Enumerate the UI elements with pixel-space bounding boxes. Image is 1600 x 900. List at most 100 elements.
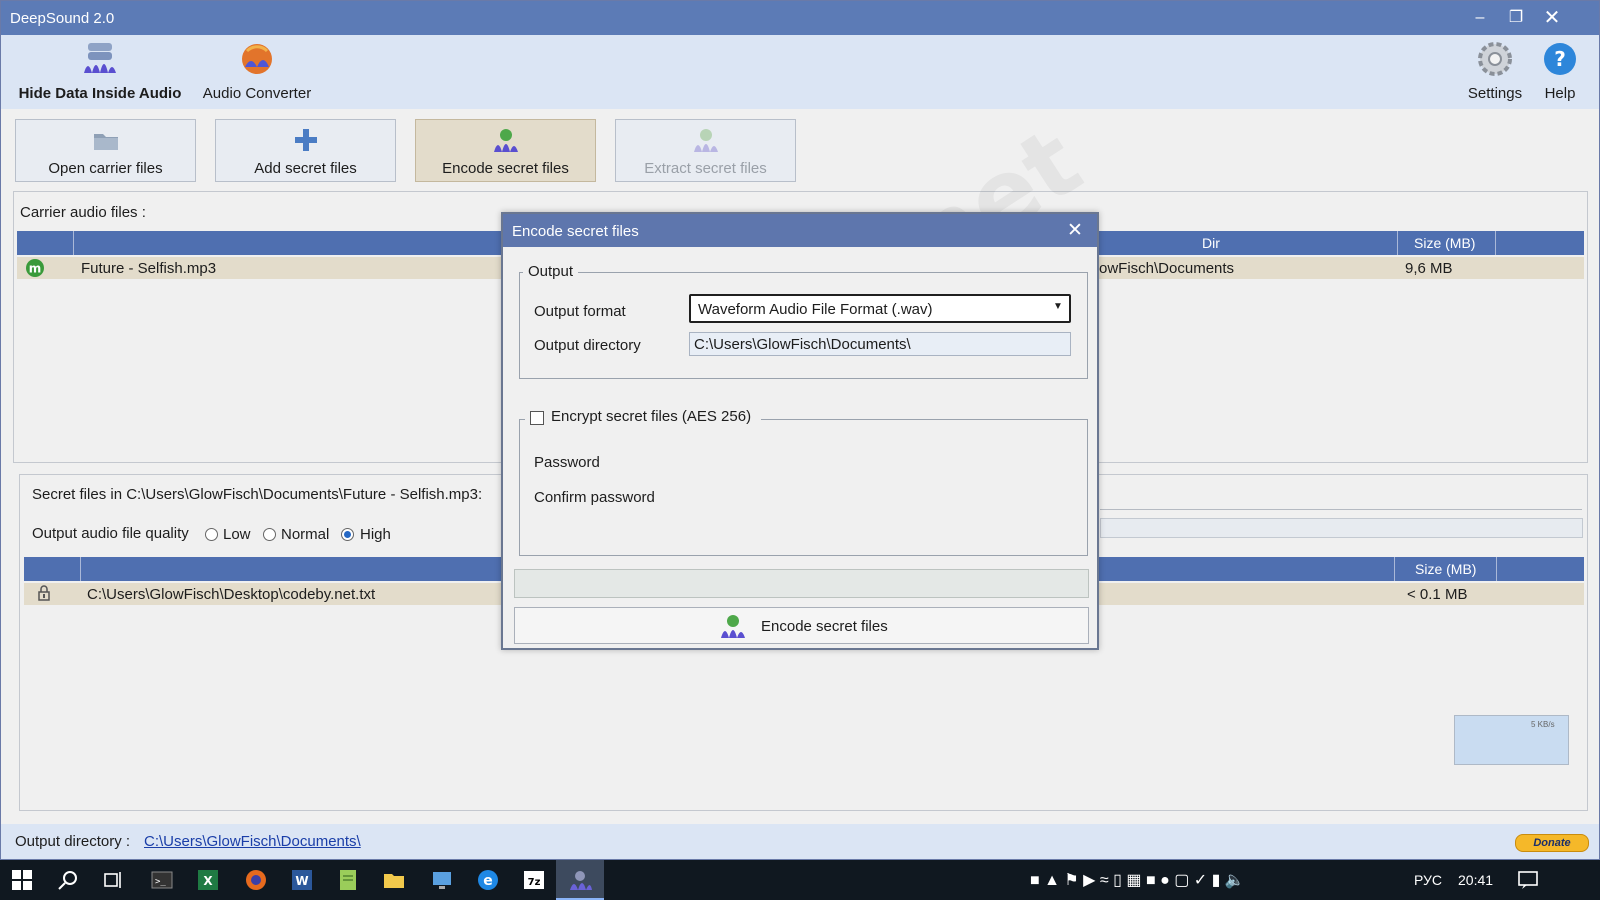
file-lock-icon (35, 584, 53, 606)
ribbon-help-label: Help (1544, 85, 1576, 102)
firefox-icon[interactable] (244, 868, 268, 892)
dialog-encode-label: Encode secret files (761, 618, 888, 635)
quality-normal-radio[interactable] (263, 528, 276, 541)
notepad-icon[interactable] (336, 868, 360, 892)
tray-icons[interactable]: ■ ▲ ⚑ ▶ ≈ ▯ ▦ ■ ● ▢ ✓ ▮ 🔈 (1030, 870, 1245, 890)
quality-high-label: High (360, 526, 391, 543)
terminal-icon[interactable]: >_ (150, 868, 174, 892)
dialog-encode-button[interactable]: Encode secret files (514, 607, 1089, 644)
svg-text:>_: >_ (155, 877, 166, 887)
windows-start-icon[interactable] (10, 868, 34, 892)
secret-files-label: Secret files in C:\Users\GlowFisch\Docum… (32, 486, 483, 503)
ribbon-help[interactable]: ? Help (1537, 39, 1583, 102)
encode-icon (719, 613, 747, 643)
open-carrier-files-button[interactable]: Open carrier files (15, 119, 196, 182)
dialog-close-icon[interactable]: ✕ (1067, 219, 1083, 242)
donate-button[interactable]: Donate (1515, 834, 1589, 852)
quality-high-radio[interactable] (341, 528, 354, 541)
output-directory-field[interactable]: C:\Users\GlowFisch\Documents\ (689, 332, 1071, 356)
output-format-label: Output format (534, 303, 626, 320)
quality-normal-label: Normal (281, 526, 330, 543)
encrypt-label: Encrypt secret files (AES 256) (551, 408, 752, 425)
secret-file-path: C:\Users\GlowFisch\Desktop\codeby.net.tx… (87, 586, 376, 603)
output-directory-label: Output directory : (15, 833, 131, 850)
carrier-file-dir: owFisch\Documents (1099, 260, 1235, 277)
output-directory-link[interactable]: C:\Users\GlowFisch\Documents\ (144, 833, 361, 850)
output-format-select[interactable]: Waveform Audio File Format (.wav) ▼ (689, 294, 1071, 323)
confirm-password-label: Confirm password (534, 489, 655, 506)
remote-desktop-icon[interactable] (430, 868, 454, 892)
open-carrier-files-label: Open carrier files (48, 160, 163, 177)
gear-icon (1475, 39, 1515, 79)
7zip-icon[interactable]: 7z (522, 868, 546, 892)
encode-secret-files-label: Encode secret files (442, 160, 569, 177)
edge-icon[interactable]: e (476, 868, 500, 892)
quality-progress-bar (1100, 518, 1583, 538)
carrier-file-size: 9,6 MB (1405, 260, 1453, 277)
encode-secret-files-button[interactable]: Encode secret files (415, 119, 596, 182)
restore-button[interactable]: ❐ (1499, 5, 1533, 31)
encode-progress-bar (514, 569, 1089, 598)
ribbon-audio-converter[interactable]: Audio Converter (197, 39, 317, 102)
quality-low-radio[interactable] (205, 528, 218, 541)
column-size[interactable]: Size (MB) (1415, 561, 1476, 577)
notifications-icon[interactable] (1516, 868, 1540, 892)
carrier-files-label: Carrier audio files : (20, 204, 146, 221)
minimize-button[interactable]: – (1463, 5, 1497, 31)
hide-data-icon (80, 39, 120, 79)
extract-secret-files-button[interactable]: Extract secret files (615, 119, 796, 182)
secret-file-size: < 0.1 MB (1407, 586, 1468, 603)
clock[interactable]: 20:41 (1458, 872, 1493, 888)
ribbon-audio-converter-label: Audio Converter (202, 85, 312, 102)
column-size[interactable]: Size (MB) (1414, 235, 1475, 251)
output-legend: Output (523, 263, 579, 280)
plus-icon (292, 126, 320, 154)
svg-text:X: X (203, 874, 213, 888)
folder-icon (92, 126, 120, 154)
network-speed-widget: 5 KB/s (1454, 715, 1569, 765)
encode-icon (492, 126, 520, 154)
ribbon: Hide Data Inside Audio Audio Converter S… (1, 35, 1599, 109)
output-format-value: Waveform Audio File Format (.wav) (698, 301, 933, 318)
svg-text:m: m (29, 262, 42, 276)
status-bar: Output directory : C:\Users\GlowFisch\Do… (1, 824, 1599, 859)
add-secret-files-label: Add secret files (254, 160, 357, 177)
output-directory-label: Output directory (534, 337, 641, 354)
add-secret-files-button[interactable]: Add secret files (215, 119, 396, 182)
password-label: Password (534, 454, 600, 471)
excel-icon[interactable]: X (196, 868, 220, 892)
encode-dialog: Encode secret files ✕ Output Output form… (501, 212, 1099, 650)
dialog-title: Encode secret files (512, 223, 639, 240)
output-directory-value: C:\Users\GlowFisch\Documents\ (694, 336, 911, 353)
quality-label: Output audio file quality (32, 525, 189, 542)
deepsound-icon (570, 871, 592, 890)
output-group: Output (519, 263, 1088, 379)
ribbon-settings[interactable]: Settings (1462, 39, 1528, 102)
deepsound-taskbar-button[interactable] (556, 860, 604, 900)
encrypt-checkbox[interactable] (530, 411, 544, 425)
help-icon: ? (1540, 39, 1580, 79)
window-title: DeepSound 2.0 (10, 10, 115, 27)
dialog-title-bar: Encode secret files ✕ (503, 214, 1097, 247)
word-icon[interactable]: W (290, 868, 314, 892)
carrier-file-name: Future - Selfish.mp3 (81, 260, 217, 277)
ribbon-settings-label: Settings (1467, 85, 1523, 102)
music-file-icon: m (25, 258, 45, 282)
svg-text:?: ? (1554, 47, 1566, 71)
ribbon-hide-data[interactable]: Hide Data Inside Audio (15, 39, 185, 102)
audio-converter-icon (237, 39, 277, 79)
ribbon-hide-data-label: Hide Data Inside Audio (18, 85, 182, 102)
svg-text:e: e (483, 873, 493, 889)
task-view-icon[interactable] (102, 868, 126, 892)
quality-low-label: Low (223, 526, 251, 543)
encrypt-group (519, 419, 1088, 556)
taskbar: >_ X W e 7z ■ ▲ ⚑ ▶ ≈ ▯ ▦ ■ ● ▢ ✓ ▮ 🔈 РУ… (0, 860, 1600, 900)
language-indicator[interactable]: РУС (1414, 872, 1442, 888)
file-explorer-icon[interactable] (382, 868, 406, 892)
extract-secret-files-label: Extract secret files (644, 160, 767, 177)
search-icon[interactable] (56, 868, 80, 892)
column-dir[interactable]: Dir (1202, 235, 1220, 251)
chevron-down-icon: ▼ (1053, 301, 1063, 312)
close-button[interactable]: ✕ (1535, 5, 1569, 31)
title-bar: DeepSound 2.0 – ❐ ✕ (1, 1, 1599, 35)
